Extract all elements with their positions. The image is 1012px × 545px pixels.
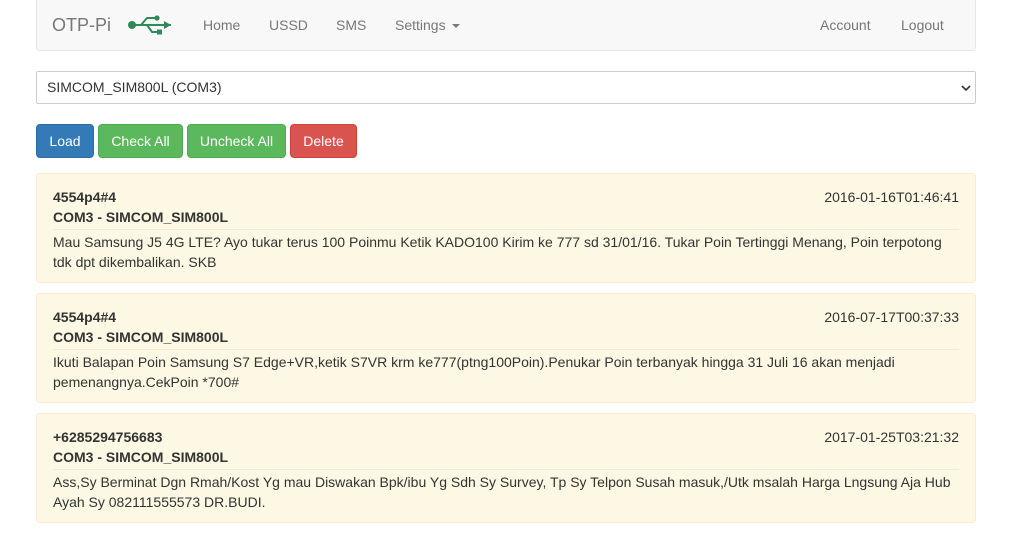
message-timestamp: 2016-01-16T01:46:41	[824, 189, 959, 205]
chevron-down-icon	[961, 85, 971, 92]
message-body: Ass,Sy Berminat Dgn Rmah/Kost Yg mau Dis…	[53, 474, 951, 510]
message-item[interactable]: 4554p4#4 2016-01-16T01:46:41 COM3 - SIMC…	[36, 173, 976, 283]
usb-icon	[128, 15, 171, 35]
message-device: COM3 - SIMCOM_SIM800L	[53, 208, 959, 230]
nav-settings-dropdown[interactable]: Settings	[395, 16, 460, 34]
caret-down-icon	[451, 24, 460, 29]
message-sender: 4554p4#4	[53, 309, 117, 325]
check-all-button[interactable]: Check All	[98, 124, 183, 158]
delete-button[interactable]: Delete	[290, 124, 357, 158]
message-sender: 4554p4#4	[53, 189, 117, 205]
message-item[interactable]: +6285294756683 2017-01-25T03:21:32 COM3 …	[36, 413, 976, 523]
message-body: Mau Samsung J5 4G LTE? Ayo tukar terus 1…	[53, 234, 942, 270]
nav-sms[interactable]: SMS	[336, 16, 366, 34]
message-body: Ikuti Balapan Poin Samsung S7 Edge+VR,ke…	[53, 354, 895, 390]
message-timestamp: 2016-07-17T00:37:33	[824, 309, 959, 325]
message-device: COM3 - SIMCOM_SIM800L	[53, 448, 959, 470]
message-device: COM3 - SIMCOM_SIM800L	[53, 328, 959, 350]
device-select-value: SIMCOM_SIM800L (COM3)	[47, 79, 222, 95]
message-timestamp: 2017-01-25T03:21:32	[824, 429, 959, 445]
nav-logout[interactable]: Logout	[901, 16, 944, 34]
nav-ussd[interactable]: USSD	[269, 16, 308, 34]
message-sender: +6285294756683	[53, 429, 163, 445]
uncheck-all-button[interactable]: Uncheck All	[187, 124, 286, 158]
message-item[interactable]: 4554p4#4 2016-07-17T00:37:33 COM3 - SIMC…	[36, 293, 976, 403]
nav-account[interactable]: Account	[820, 16, 871, 34]
brand-title[interactable]: OTP-Pi	[52, 15, 111, 35]
navbar: OTP-Pi Home USSD SMS Settings Account Lo…	[36, 0, 976, 51]
nav-settings-label: Settings	[395, 17, 446, 33]
nav-home[interactable]: Home	[203, 16, 240, 34]
device-select[interactable]: SIMCOM_SIM800L (COM3)	[36, 71, 976, 104]
load-button[interactable]: Load	[36, 124, 94, 158]
